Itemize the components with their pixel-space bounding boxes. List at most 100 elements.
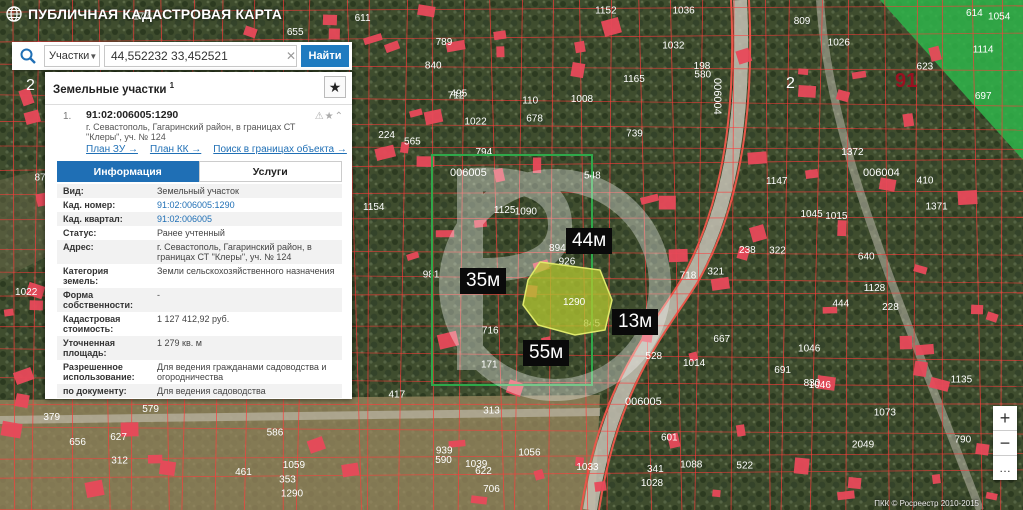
zoom-out-button[interactable]: −: [993, 431, 1017, 456]
parcel-label: 1152: [595, 6, 617, 17]
parcel-label: 712: [448, 91, 465, 102]
attribute-row: Форма собственности: -: [57, 288, 342, 312]
road-number-label-left: 2: [26, 77, 35, 94]
attribute-row: Кад. квартал: 91:02:006005: [57, 212, 342, 226]
parcel-label: 228: [882, 302, 899, 313]
attribute-value[interactable]: 91:02:006005:1290: [151, 198, 342, 212]
result-item[interactable]: 1. 91:02:006005:1290 г. Севастополь, Гаг…: [45, 105, 352, 142]
building-footprint: [797, 68, 809, 76]
attributes-table: Вид: Земельный участок Кад. номер: 91:02:00…: [57, 184, 342, 398]
search-type-select[interactable]: Участки ▼: [44, 45, 100, 67]
building-footprint: [496, 46, 505, 58]
zoom-more-button[interactable]: …: [993, 456, 1017, 480]
building-footprint: [14, 393, 30, 409]
building-footprint: [668, 248, 688, 263]
attribute-value: Земли сельскохозяйственного назначения: [157, 266, 335, 276]
parcel-label: 667: [713, 334, 730, 345]
parcel-label: 1046: [798, 343, 821, 354]
building-footprint: [804, 168, 819, 180]
parcel-label: 590: [435, 455, 452, 466]
app-title: ПУБЛИЧНАЯ КАДАСТРОВАЯ КАРТА: [28, 6, 283, 22]
tab-information[interactable]: Информация: [57, 161, 199, 182]
parcel-label: 341: [647, 464, 664, 475]
parcel-label: 1090: [515, 207, 538, 218]
search-bar: Участки ▼ ✕ Найти: [12, 42, 352, 70]
quarter-label-4: 006005: [625, 396, 662, 408]
parcel-label: 586: [267, 427, 284, 438]
zoom-in-button[interactable]: +: [993, 406, 1017, 431]
attribute-row: Кад. номер: 91:02:006005:1290: [57, 198, 342, 212]
building-footprint: [902, 113, 915, 128]
parcel-label: 312: [111, 455, 128, 466]
parcel-label: 224: [378, 130, 395, 141]
favorite-star-button[interactable]: ★: [324, 76, 346, 98]
parcel-label: 1372: [841, 147, 864, 158]
find-button[interactable]: Найти: [301, 45, 349, 67]
building-footprint: [797, 85, 817, 98]
clear-icon[interactable]: ✕: [286, 49, 296, 63]
parcel-label: 1135: [951, 375, 973, 386]
attribute-value: 1 127 412,92 руб.: [157, 314, 230, 324]
selected-parcel-label: 1290: [563, 297, 586, 308]
parcel-label: 790: [955, 435, 972, 446]
attribute-value: Для ведения садоводства: [151, 384, 342, 398]
globe-icon: [6, 6, 22, 22]
parcel-label: 1045: [800, 209, 823, 220]
parcel-label: 1073: [874, 408, 897, 419]
attribute-key: по документу:: [57, 384, 151, 398]
parcel-label: 1039: [465, 459, 488, 470]
building-footprint: [570, 61, 586, 79]
attribute-value: 1 279 кв. м: [151, 336, 342, 360]
parcel-label: 1054: [988, 12, 1011, 23]
parcel-label: 718: [680, 270, 697, 281]
result-cad-number[interactable]: 91:02:006005:1290: [86, 109, 346, 121]
attribute-value: Земельный участок: [151, 184, 342, 198]
result-links: План ЗУ → План КК → Поиск в границах объ…: [86, 144, 352, 155]
building-footprint: [712, 489, 721, 498]
plan-kk-link[interactable]: План КК →: [150, 144, 201, 155]
panel-title-count: 1: [169, 81, 175, 90]
parcel-label: 656: [69, 437, 86, 448]
parcel-label: 1015: [825, 211, 848, 222]
attribute-value: -: [151, 288, 342, 312]
search-icon[interactable]: [12, 42, 44, 70]
measure-north: 44м: [566, 228, 613, 254]
app-header: ПУБЛИЧНАЯ КАДАСТРОВАЯ КАРТА: [6, 6, 282, 22]
search-type-label: Участки: [49, 50, 90, 62]
attribute-key: Статус:: [63, 228, 97, 238]
building-footprint: [913, 360, 928, 378]
building-footprint: [975, 442, 990, 456]
building-footprint: [847, 476, 862, 490]
attribute-key: Адрес:: [57, 240, 151, 264]
parcel-label: 601: [661, 432, 678, 443]
tab-services[interactable]: Услуги: [198, 161, 342, 182]
parcel-label: 1014: [683, 358, 706, 369]
result-address: г. Севастополь, Гагаринский район, в гра…: [86, 122, 296, 142]
parcel-label: 417: [388, 389, 405, 400]
result-action-icons[interactable]: ⚠★⌃: [315, 111, 344, 122]
building-footprint: [915, 343, 935, 356]
plan-zu-link[interactable]: План ЗУ →: [86, 144, 138, 155]
attribute-row: Уточненная площадь: 1 279 кв. м: [57, 336, 342, 360]
parcel-label: 1290: [281, 488, 304, 499]
parcel-label: 1128: [864, 283, 886, 294]
search-in-bounds-link[interactable]: Поиск в границах объекта →: [213, 144, 347, 155]
panel-title: Земельные участки 1: [53, 81, 174, 96]
parcel-label: 321: [707, 267, 724, 278]
parcel-label: 110: [522, 96, 538, 107]
attribute-value[interactable]: 91:02:006005: [151, 212, 342, 226]
parcel-label: 1165: [623, 74, 645, 85]
measure-south: 55м: [523, 340, 570, 366]
parcel-label: 655: [287, 27, 304, 38]
parcel-label: 623: [917, 61, 934, 72]
building-footprint: [322, 14, 338, 26]
attribute-row: Вид: Земельный участок: [57, 184, 342, 198]
parcel-label: 1036: [672, 5, 695, 16]
building-footprint: [574, 40, 586, 54]
parcel-label: 716: [482, 325, 499, 336]
building-footprint: [84, 479, 105, 499]
building-footprint: [3, 308, 14, 317]
search-input[interactable]: [104, 45, 297, 67]
parcel-label: 461: [235, 467, 252, 478]
parcel-label: 579: [142, 404, 159, 415]
